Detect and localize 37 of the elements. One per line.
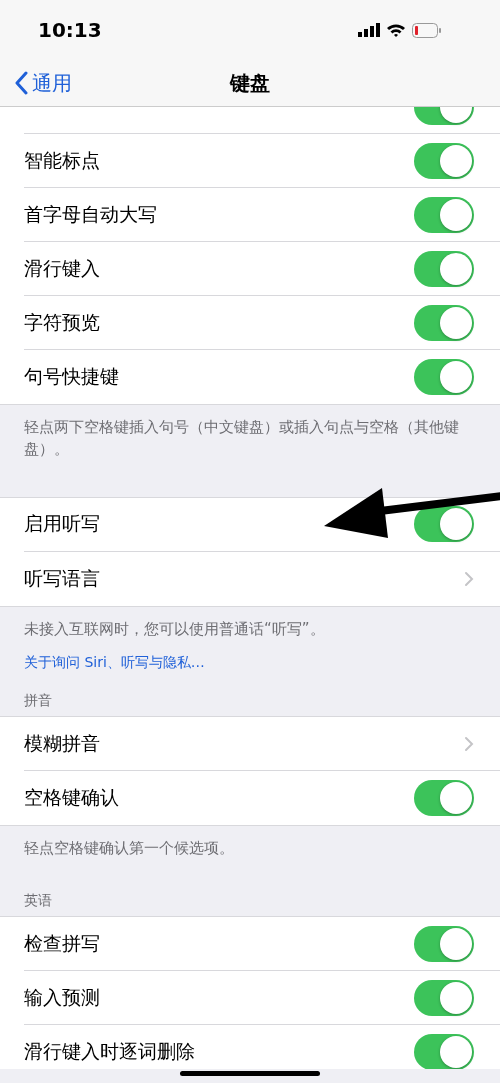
toggle-switch[interactable] [414, 196, 474, 233]
setting-label: 字符预览 [24, 309, 100, 335]
battery-icon [412, 22, 442, 38]
setting-label: 滑行键入时逐词删除 [24, 1039, 195, 1064]
toggle-switch[interactable] [414, 1034, 474, 1069]
setting-label: 启用听写 [24, 511, 100, 536]
toggle-switch[interactable] [414, 250, 474, 287]
chevron-right-icon[interactable] [464, 735, 474, 752]
setting-label: 模糊拼音 [24, 730, 100, 756]
setting-label: 智能标点 [24, 147, 100, 173]
chevron-right-icon[interactable] [464, 570, 474, 587]
section-header: 英语 [23, 891, 53, 910]
setting-label: 听写语言 [24, 565, 100, 591]
toggle-switch[interactable] [414, 780, 474, 817]
setting-label: 检查拼写 [24, 930, 100, 956]
toggle-switch[interactable] [414, 925, 474, 962]
toggle-switch[interactable] [414, 142, 474, 179]
privacy-link[interactable]: 关于询问 Siri、听写与隐私… [0, 650, 229, 673]
setting-label: 空格键确认 [24, 785, 119, 811]
signal-icon [358, 23, 380, 37]
section-header: 拼音 [23, 691, 53, 711]
toggle-switch[interactable] [414, 979, 474, 1016]
footer-note: 轻点两下空格键插入句号（中文键盘）或插入句点与空格（其他键盘）。 [23, 417, 460, 460]
toggle-switch[interactable] [414, 359, 474, 395]
setting-label: 输入预测 [24, 984, 100, 1010]
setting-label: 首字母自动大写 [24, 201, 157, 227]
chevron-left-icon [14, 71, 28, 95]
footer-note: 未接入互联网时，您可以使用普通话“听写”。 [23, 618, 326, 640]
toggle-switch[interactable] [414, 506, 474, 542]
wifi-icon [386, 22, 406, 38]
back-button[interactable]: 通用 [0, 69, 72, 97]
footer-note: 轻点空格键确认第一个候选项。 [23, 838, 235, 860]
status-time: 10:13 [38, 18, 102, 42]
page-title: 键盘 [230, 69, 270, 97]
toggle-switch[interactable] [414, 304, 474, 341]
setting-label: 滑行键入 [24, 255, 100, 281]
setting-label: 句号快捷键 [24, 364, 119, 389]
